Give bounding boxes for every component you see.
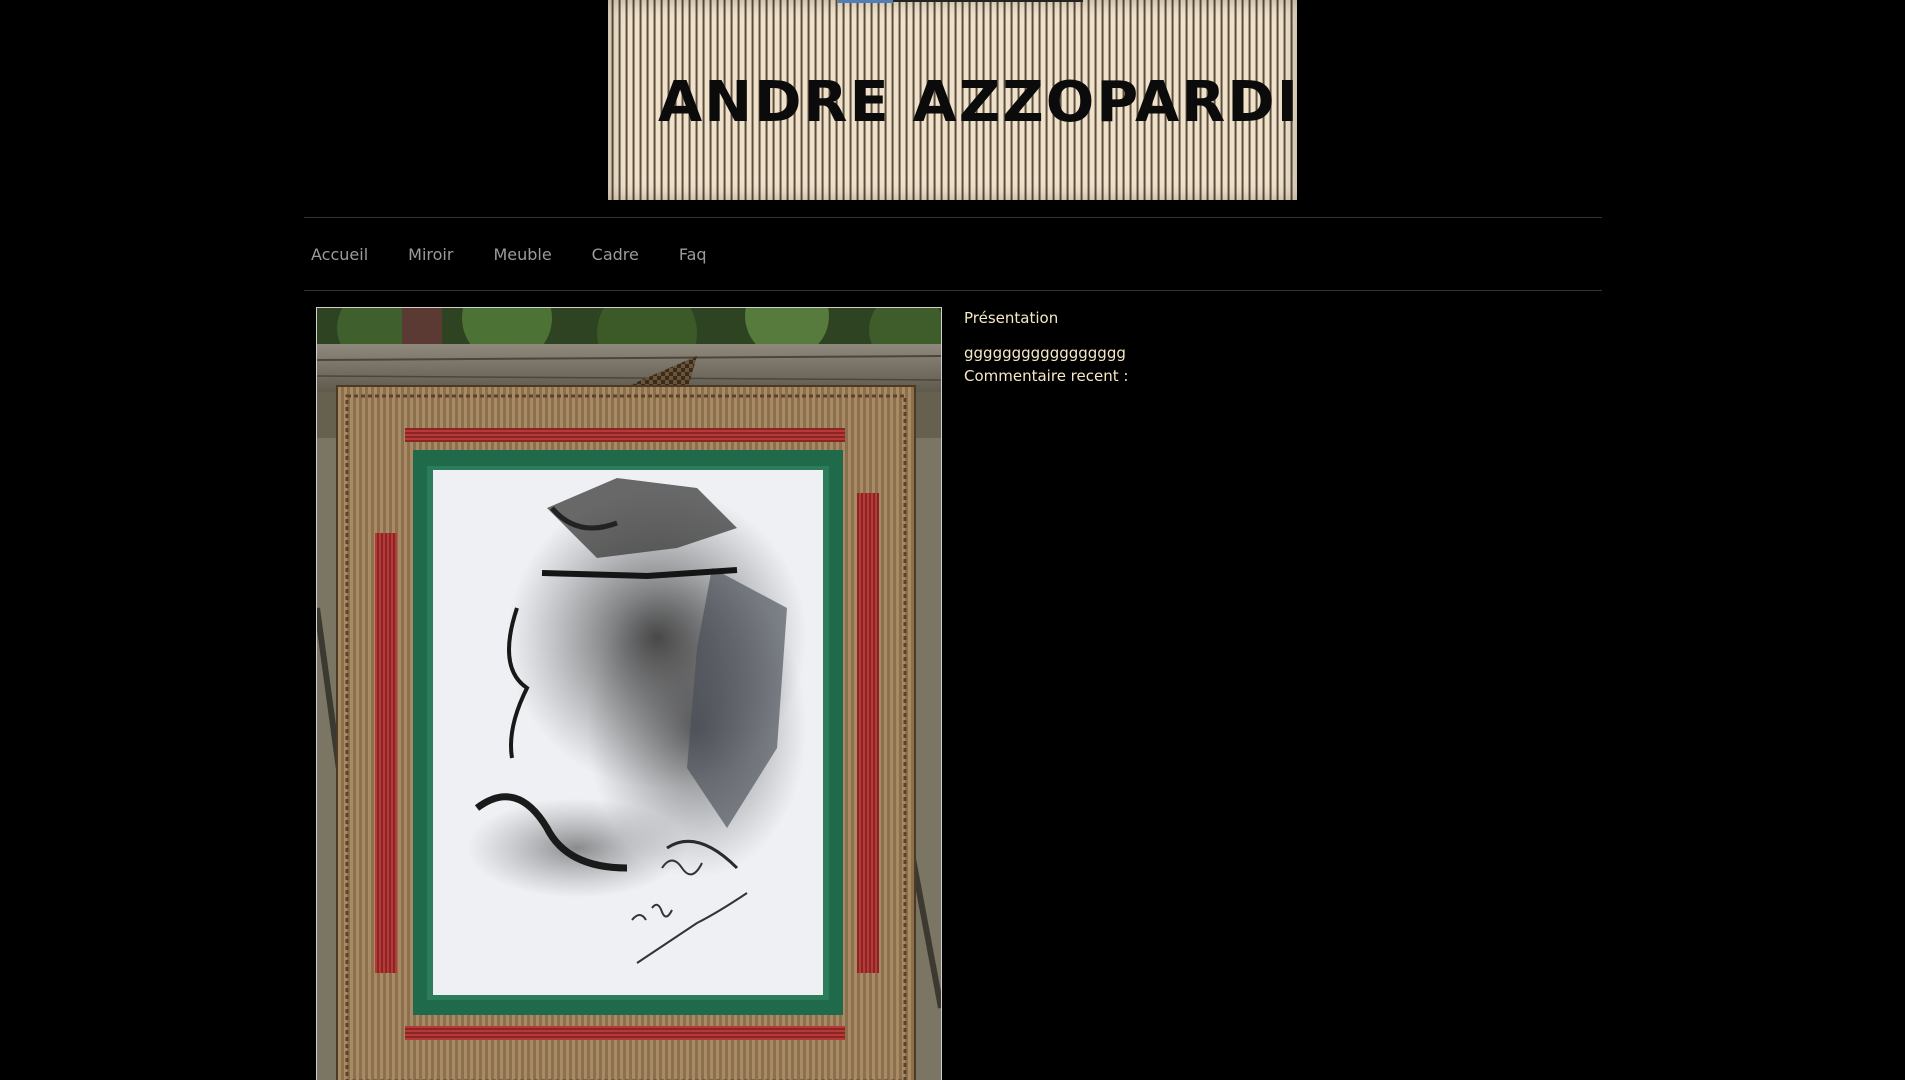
main-nav: Accueil Miroir Meuble Cadre Faq: [304, 217, 1602, 291]
banner-accent-strip: [838, 0, 893, 3]
sidebar: Présentation ggggggggggggggggg Commentai…: [964, 309, 1128, 388]
presentation-heading: Présentation: [964, 309, 1059, 327]
banner-dark-strip: [893, 0, 1083, 2]
nav-item-meuble[interactable]: Meuble: [493, 245, 551, 264]
page: ANDRE AZZOPARDI Accueil Miroir Meuble Ca…: [0, 0, 1905, 1080]
nav-item-cadre[interactable]: Cadre: [592, 245, 639, 264]
site-banner[interactable]: ANDRE AZZOPARDI: [608, 0, 1297, 200]
artwork-illustration: [317, 308, 941, 1080]
nav-item-faq[interactable]: Faq: [679, 245, 707, 264]
featured-artwork-image[interactable]: [316, 307, 942, 1080]
recent-comments-label: Commentaire recent :: [964, 367, 1129, 385]
site-title: ANDRE AZZOPARDI: [658, 70, 1297, 135]
presentation-text: ggggggggggggggggg: [964, 344, 1126, 362]
nav-item-accueil[interactable]: Accueil: [311, 245, 368, 264]
nav-item-miroir[interactable]: Miroir: [408, 245, 453, 264]
